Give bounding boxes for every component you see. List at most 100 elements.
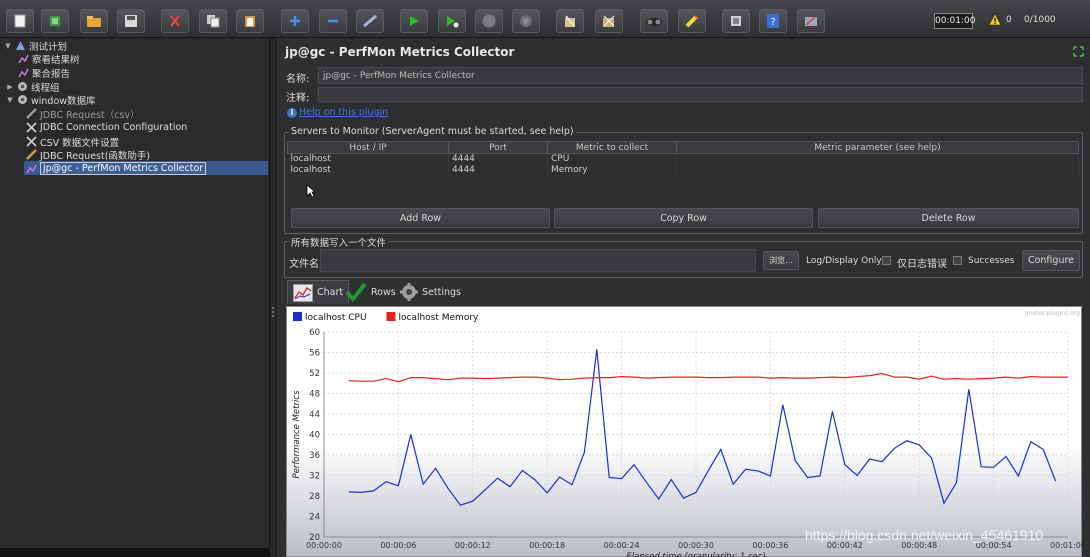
paste-icon[interactable] bbox=[236, 9, 264, 33]
table-cell[interactable]: 4444 bbox=[448, 153, 548, 165]
filename-field[interactable] bbox=[320, 249, 756, 272]
cut-icon[interactable] bbox=[161, 9, 189, 33]
file-group-title: 所有数据写入一个文件 bbox=[289, 235, 389, 249]
y-tick-label: 56 bbox=[309, 349, 320, 359]
tree-node-window-db[interactable]: ▼ window数据库 bbox=[6, 93, 96, 107]
clear-icon[interactable] bbox=[556, 9, 584, 33]
expand-arrow-icon[interactable]: ▶ bbox=[6, 83, 14, 91]
x-tick-label: 00:00:18 bbox=[529, 541, 565, 550]
start-icon[interactable] bbox=[400, 9, 428, 33]
add-row-button[interactable]: Add Row bbox=[291, 208, 550, 228]
tab-label: Settings bbox=[422, 286, 461, 298]
table-cell[interactable]: localhost bbox=[287, 153, 449, 165]
tree-node-test-plan[interactable]: ▼ 测试计划 bbox=[4, 39, 67, 53]
tab-settings[interactable]: Settings bbox=[395, 280, 466, 304]
tab-rows[interactable]: Rows bbox=[340, 280, 401, 304]
comment-field[interactable] bbox=[318, 87, 1083, 102]
help-icon[interactable]: ? bbox=[759, 9, 787, 33]
legend-label: localhost CPU bbox=[305, 313, 367, 323]
help-link[interactable]: Help on this plugin bbox=[299, 107, 388, 118]
collapse-arrow-icon[interactable]: ▼ bbox=[6, 96, 14, 104]
tree-label: 聚合报告 bbox=[32, 68, 71, 80]
delete-row-button[interactable]: Delete Row bbox=[818, 208, 1079, 228]
copy-row-button[interactable]: Copy Row bbox=[554, 208, 813, 228]
toggle-icon[interactable] bbox=[356, 9, 384, 33]
legend-swatch bbox=[293, 312, 302, 321]
table-row[interactable]: localhost 4444 CPU bbox=[287, 153, 1079, 165]
reset-search-icon[interactable] bbox=[678, 9, 706, 33]
remote-start-icon[interactable] bbox=[797, 9, 825, 33]
new-plan-icon[interactable] bbox=[6, 9, 34, 33]
column-header[interactable]: Metric to collect bbox=[547, 141, 677, 154]
table-cell[interactable]: 4444 bbox=[448, 164, 548, 176]
shutdown-icon[interactable] bbox=[512, 9, 540, 33]
column-header[interactable]: Port bbox=[448, 141, 548, 154]
y-tick-label: 28 bbox=[309, 492, 320, 502]
servers-group-title: Servers to Monitor (ServerAgent must be … bbox=[289, 126, 576, 137]
y-tick-label: 40 bbox=[309, 431, 320, 441]
expand-all-icon[interactable] bbox=[281, 9, 309, 33]
templates-icon[interactable] bbox=[41, 9, 69, 33]
tree-node-results-tree[interactable]: 察看结果树 bbox=[18, 52, 80, 66]
table-row[interactable]: localhost 4444 Memory bbox=[287, 164, 1079, 176]
errors-only-checkbox[interactable] bbox=[882, 256, 891, 265]
column-header[interactable]: Metric parameter (see help) bbox=[676, 141, 1079, 154]
tree-label: 线程组 bbox=[31, 82, 60, 94]
name-label: 名称: bbox=[286, 74, 310, 85]
open-icon[interactable] bbox=[80, 9, 108, 33]
legend-swatch bbox=[386, 312, 396, 321]
column-header[interactable]: Host / IP bbox=[287, 141, 449, 154]
tree-label: 察看结果树 bbox=[32, 54, 80, 66]
table-cell[interactable] bbox=[676, 153, 1079, 165]
copy-icon[interactable] bbox=[199, 9, 227, 33]
table-cell[interactable] bbox=[676, 164, 1079, 176]
tree-label: window数据库 bbox=[31, 95, 96, 107]
clear-all-icon[interactable] bbox=[595, 9, 623, 33]
tree-label: JDBC Connection Configuration bbox=[40, 122, 188, 133]
tree-node-jdbc-request-function[interactable]: JDBC Request(函数助手) bbox=[26, 148, 150, 162]
pane-splitter[interactable] bbox=[270, 38, 276, 557]
table-cell[interactable]: CPU bbox=[547, 153, 677, 165]
y-tick-label: 48 bbox=[309, 390, 320, 400]
info-icon: i bbox=[287, 108, 297, 118]
x-tick-label: 00:00:36 bbox=[752, 541, 788, 550]
tree-label: CSV 数据文件设置 bbox=[40, 137, 120, 149]
collapse-all-icon[interactable] bbox=[319, 9, 347, 33]
tree-node-jdbc-connection[interactable]: JDBC Connection Configuration bbox=[26, 121, 187, 134]
series-line bbox=[348, 372, 1068, 383]
legend-label: localhost Memory bbox=[399, 313, 480, 323]
browse-button[interactable]: 浏览... bbox=[763, 251, 799, 270]
checkmark-icon bbox=[345, 282, 367, 302]
collapse-arrow-icon[interactable]: ▼ bbox=[4, 42, 12, 50]
maximize-icon[interactable] bbox=[1073, 46, 1084, 57]
stop-icon[interactable] bbox=[475, 9, 503, 33]
chart-watermark: jmeter-plugins.org bbox=[1024, 310, 1080, 317]
x-tick-label: 00:00:06 bbox=[380, 541, 416, 550]
tree-node-aggregate-report[interactable]: 聚合报告 bbox=[18, 66, 71, 80]
servers-table[interactable]: Host / IP Port Metric to collect Metric … bbox=[287, 141, 1079, 176]
function-helper-icon[interactable] bbox=[722, 9, 750, 33]
warning-icon[interactable]: ! bbox=[988, 13, 1002, 26]
y-axis-label: Performance Metrics bbox=[292, 390, 302, 478]
tree-node-thread-group[interactable]: ▶ 线程组 bbox=[6, 80, 60, 94]
tree-node-csv-config[interactable]: CSV 数据文件设置 bbox=[26, 135, 120, 149]
active-threads: 0/1000 bbox=[1024, 15, 1056, 25]
tree-node-perfmon[interactable]: jp@gc - PerfMon Metrics Collector bbox=[26, 162, 207, 175]
x-tick-label: 00:00:00 bbox=[306, 541, 342, 550]
start-no-pauses-icon[interactable] bbox=[438, 9, 466, 33]
search-icon[interactable] bbox=[640, 9, 668, 33]
gear-icon bbox=[18, 82, 27, 91]
listener-icon bbox=[18, 54, 29, 64]
perfmon-chart[interactable]: 20 24 28 32 36 40 44 48 52 56 60 00:00:00 00:00:06 00… bbox=[286, 306, 1086, 557]
successes-checkbox[interactable] bbox=[953, 256, 962, 265]
wrench-icon bbox=[26, 122, 37, 133]
name-field[interactable]: jp@gc - PerfMon Metrics Collector bbox=[318, 67, 1083, 84]
configure-button[interactable]: Configure bbox=[1022, 250, 1080, 271]
save-icon[interactable] bbox=[117, 9, 145, 33]
tree-node-jdbc-request-csv[interactable]: JDBC Request（csv） bbox=[26, 107, 140, 121]
table-cell[interactable]: localhost bbox=[287, 164, 449, 176]
x-tick-label: 00:00:30 bbox=[678, 541, 714, 550]
table-cell[interactable]: Memory bbox=[547, 164, 677, 176]
main-toolbar: ? 00:01:00 ! 0 0/1000 bbox=[0, 0, 1090, 38]
x-tick-label: 00:00:12 bbox=[455, 541, 491, 550]
